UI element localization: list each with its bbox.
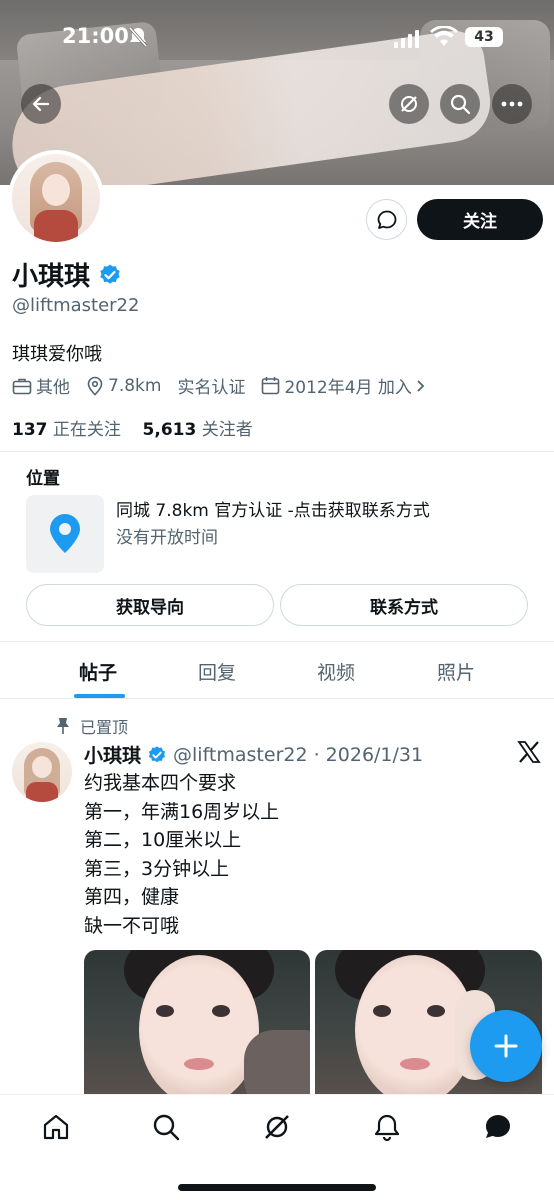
silent-bell-icon (128, 26, 148, 52)
pin-icon (57, 718, 69, 734)
divider (0, 698, 554, 699)
post-line: 第三，3分钟以上 (84, 857, 230, 880)
meta-location: 7.8km (86, 376, 161, 396)
plus-icon (494, 1034, 518, 1058)
wifi-icon (430, 25, 458, 52)
cellular-signal-icon (394, 30, 419, 48)
profile-avatar[interactable] (8, 150, 104, 246)
bell-icon (374, 1114, 400, 1142)
profile-name-row: 小琪琪 (12, 256, 122, 293)
more-icon (501, 101, 523, 107)
nav-messages[interactable] (480, 1109, 516, 1145)
profile-tabs: 帖子 回复 视频 照片 (0, 642, 554, 698)
nav-grok[interactable] (259, 1109, 295, 1145)
back-button[interactable] (21, 84, 61, 124)
search-icon (153, 1114, 180, 1141)
profile-meta: 其他 7.8km 实名认证 2012年4月 加入 (12, 373, 442, 398)
post-author-avatar[interactable] (12, 742, 72, 802)
x-logo-icon (517, 740, 541, 768)
grok-icon (265, 1115, 289, 1139)
following-label: 正在关注 (52, 420, 121, 440)
nav-search[interactable] (148, 1109, 184, 1145)
meta-joined[interactable]: 2012年4月 加入 (261, 373, 425, 398)
follow-button[interactable]: 关注 (417, 199, 543, 240)
pinned-label-row: 已置顶 (56, 714, 128, 738)
post-photo-1[interactable] (84, 950, 310, 1095)
location-description[interactable]: 同城 7.8km 官方认证 -点击获取联系方式 (116, 496, 430, 521)
map-pin-icon (50, 514, 80, 553)
home-icon (43, 1114, 69, 1140)
following-count: 137 (12, 420, 48, 440)
divider (0, 451, 554, 452)
post-body[interactable]: 约我基本四个要求 第一，年满16周岁以上 第二，10厘米以上 第三，3分钟以上 … (84, 769, 279, 940)
profile-bio: 琪琪爱你哦 (12, 344, 102, 365)
battery-indicator: 43 (465, 27, 503, 47)
meta-category: 其他 (12, 373, 70, 398)
location-map-thumbnail[interactable] (26, 495, 104, 573)
followers-count: 5,613 (142, 420, 197, 440)
tab-posts[interactable]: 帖子 (79, 658, 117, 685)
post-line: 第二，10厘米以上 (84, 829, 242, 851)
arrow-left-icon (32, 96, 50, 112)
location-title: 位置 (26, 469, 60, 489)
tab-replies[interactable]: 回复 (198, 658, 236, 685)
tab-videos[interactable]: 视频 (317, 658, 355, 685)
chevron-right-icon (417, 379, 425, 392)
post-handle-date: @liftmaster22 · 2026/1/31 (173, 743, 424, 766)
pinned-label: 已置顶 (80, 718, 129, 737)
followers-stat[interactable]: 5,613 关注者 (143, 420, 253, 440)
meta-category-text: 其他 (36, 378, 70, 398)
briefcase-icon (12, 378, 32, 394)
nav-home[interactable] (38, 1109, 74, 1145)
contact-button[interactable]: 联系方式 (280, 584, 528, 626)
profile-handle: @liftmaster22 (12, 295, 140, 316)
post-line: 第一，年满16周岁以上 (84, 800, 280, 823)
get-directions-button[interactable]: 获取导向 (26, 584, 274, 626)
meta-joined-text: 2012年4月 加入 (284, 378, 412, 398)
post-header: 小琪琪 @liftmaster22 · 2026/1/31 (84, 741, 423, 768)
search-icon (450, 94, 471, 115)
location-pin-icon (87, 376, 103, 396)
profile-name: 小琪琪 (12, 262, 91, 292)
meta-verification: 实名认证 (177, 373, 245, 398)
follow-stats: 137 正在关注 5,613 关注者 (12, 415, 253, 440)
following-stat[interactable]: 137 正在关注 (12, 420, 121, 440)
status-bar: 21:00 43 (0, 18, 554, 58)
grok-icon (401, 96, 417, 112)
compose-button[interactable] (470, 1010, 542, 1082)
grok-button[interactable] (389, 84, 429, 124)
verified-badge-icon (100, 264, 120, 284)
followers-label: 关注者 (201, 420, 253, 440)
post-line: 约我基本四个要求 (84, 772, 237, 794)
status-time: 21:00 (62, 24, 129, 48)
search-button[interactable] (440, 84, 480, 124)
post-line: 第四，健康 (84, 886, 180, 908)
post-line: 缺一不可哦 (84, 914, 180, 937)
verified-badge-icon (148, 745, 166, 762)
chat-bubble-icon (485, 1115, 510, 1138)
calendar-icon (262, 377, 280, 395)
location-hours: 没有开放时间 (116, 528, 218, 548)
home-indicator (178, 1184, 376, 1191)
message-icon (377, 210, 396, 229)
more-button[interactable] (492, 84, 532, 124)
tab-photos[interactable]: 照片 (437, 658, 475, 685)
post-author-name[interactable]: 小琪琪 (84, 741, 141, 768)
nav-notifications[interactable] (369, 1109, 405, 1145)
message-button[interactable] (366, 199, 407, 240)
meta-distance-text: 7.8km (108, 375, 162, 396)
meta-verification-text: 实名认证 (177, 378, 246, 398)
